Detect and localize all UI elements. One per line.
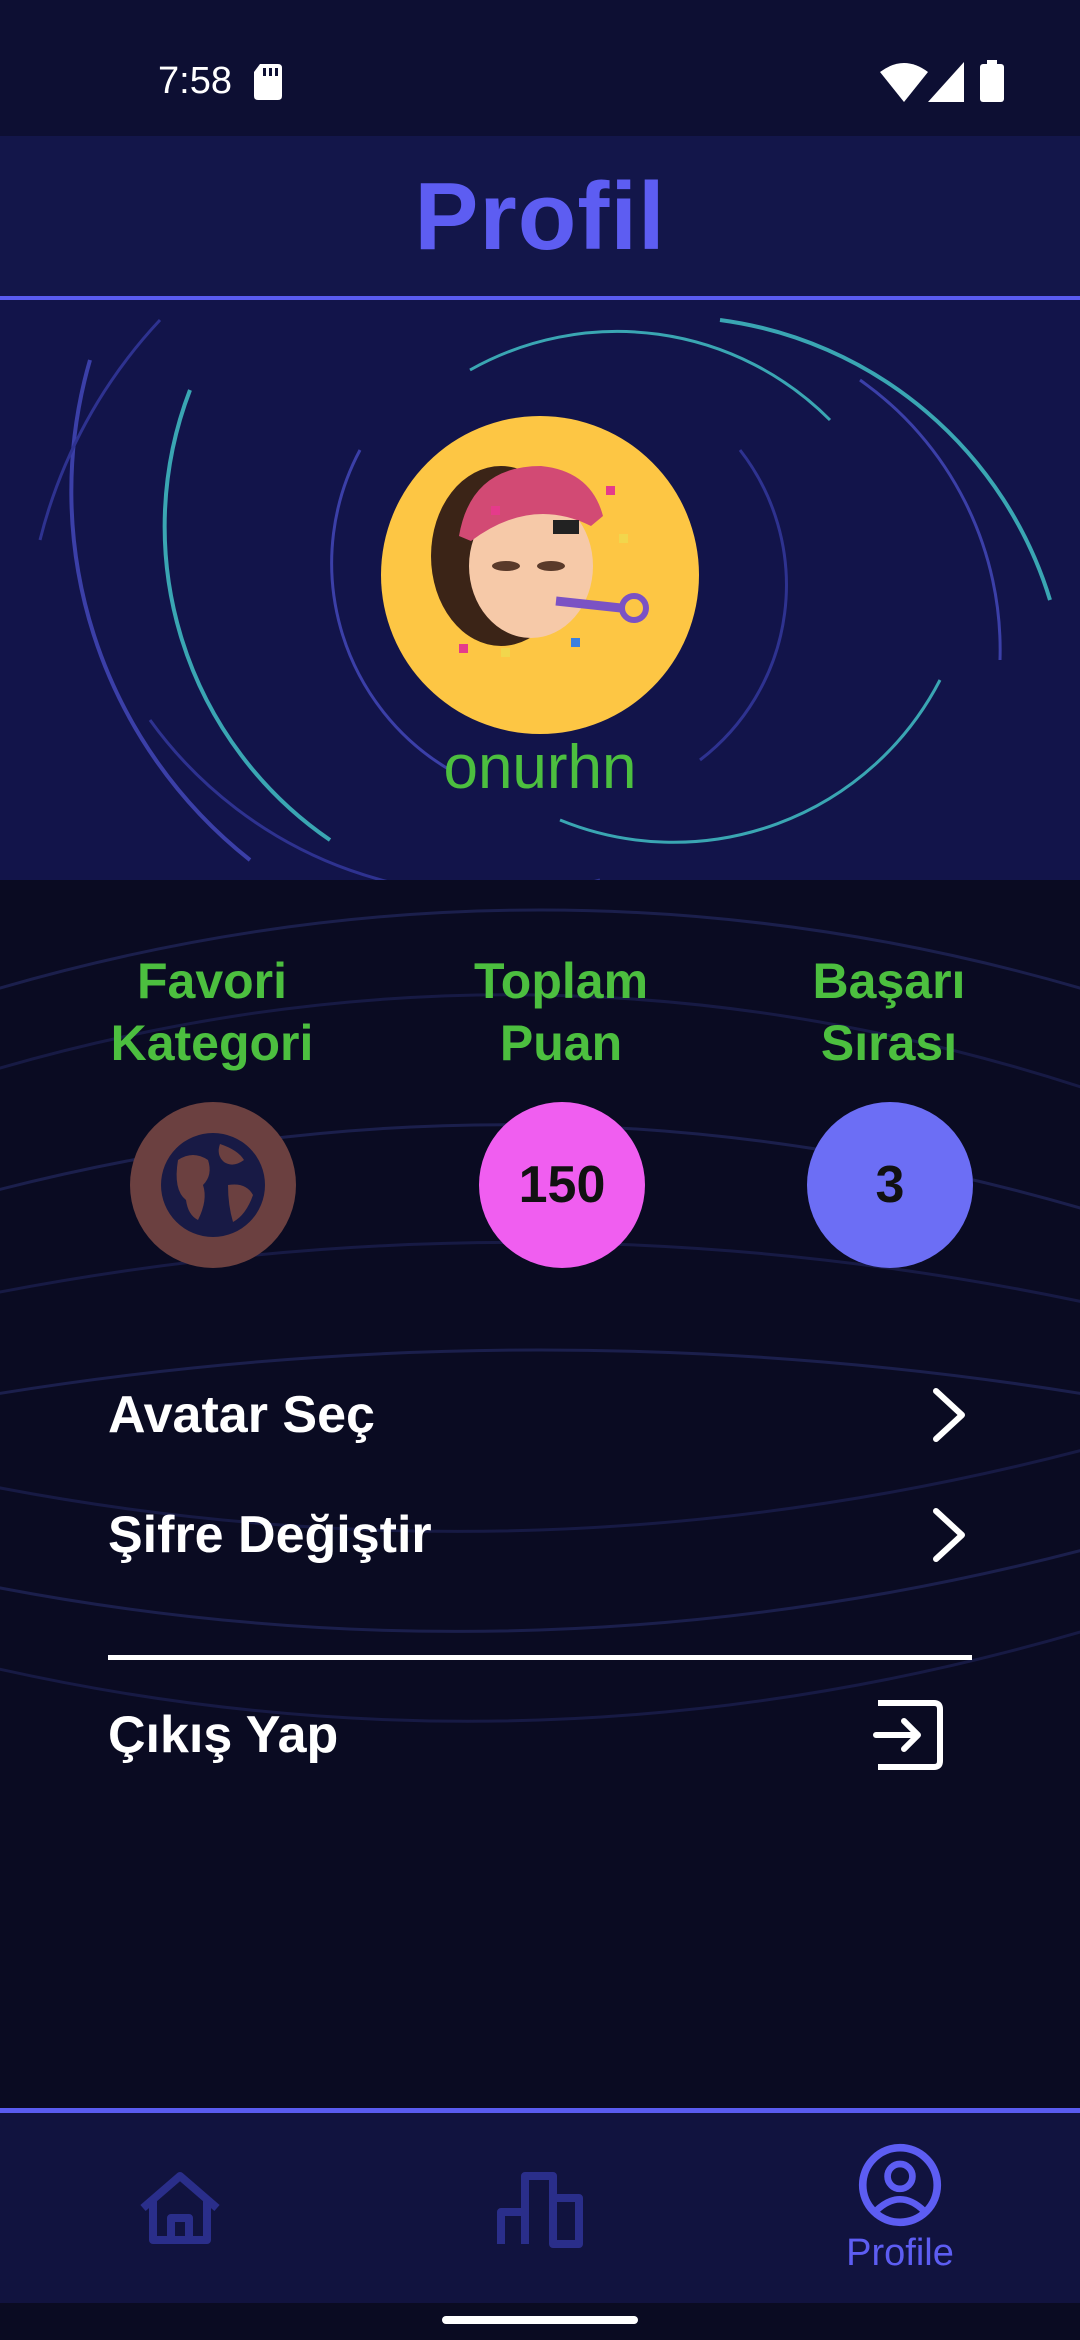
nav-profile-label: Profile [846,2231,954,2274]
app-header: Profil [0,136,1080,300]
logout-icon [873,1700,943,1770]
favorite-category-badge [130,1102,296,1268]
nav-home[interactable] [100,2113,260,2303]
total-points-label: Toplam Puan [411,950,711,1074]
total-points-label-line1: Toplam [473,953,649,1009]
favorite-category-label-line1: Favori [136,953,288,1009]
choose-avatar-row[interactable]: Avatar Seç [108,1360,978,1470]
total-points-label-line2: Puan [499,1015,623,1071]
bottom-navigation: Profile [0,2108,1080,2303]
total-points-value: 150 [518,1156,606,1214]
chevron-right-icon [933,1508,965,1562]
profile-hero: onurhn [0,300,1080,880]
nav-leaderboard[interactable] [460,2113,620,2303]
change-password-label: Şifre Değiştir [108,1506,432,1564]
status-bar: 7:58 [0,0,1080,136]
rank-label-line2: Sırası [820,1015,958,1071]
menu-divider [108,1655,972,1660]
sd-card-icon [254,64,282,100]
favorite-category-label-line2: Kategori [110,1015,314,1071]
favorite-category-label: Favori Kategori [62,950,362,1074]
chevron-right-icon [933,1388,965,1442]
avatar[interactable] [381,416,699,734]
total-points-badge: 150 [479,1102,645,1268]
rank-value: 3 [875,1156,905,1214]
home-icon [140,2172,220,2244]
rank-badge: 3 [807,1102,973,1268]
globe-icon [161,1133,265,1237]
memoji-avatar-icon [431,466,649,657]
status-time: 7:58 [158,60,232,102]
change-password-row[interactable]: Şifre Değiştir [108,1480,978,1590]
logout-label: Çıkış Yap [108,1706,339,1764]
signal-icon [928,62,964,102]
wifi-icon [880,63,928,102]
page-title: Profil [414,163,666,270]
account-circle-icon [858,2143,942,2226]
battery-icon [980,60,1004,102]
bar-chart-icon [497,2172,583,2248]
logout-row[interactable]: Çıkış Yap [108,1680,948,1790]
rank-label-line1: Başarı [812,953,966,1009]
username: onurhn [443,733,637,802]
gesture-handle[interactable] [442,2316,638,2324]
rank-label: Başarı Sırası [739,950,1039,1074]
nav-profile[interactable]: Profile [820,2113,980,2303]
choose-avatar-label: Avatar Seç [108,1386,375,1444]
